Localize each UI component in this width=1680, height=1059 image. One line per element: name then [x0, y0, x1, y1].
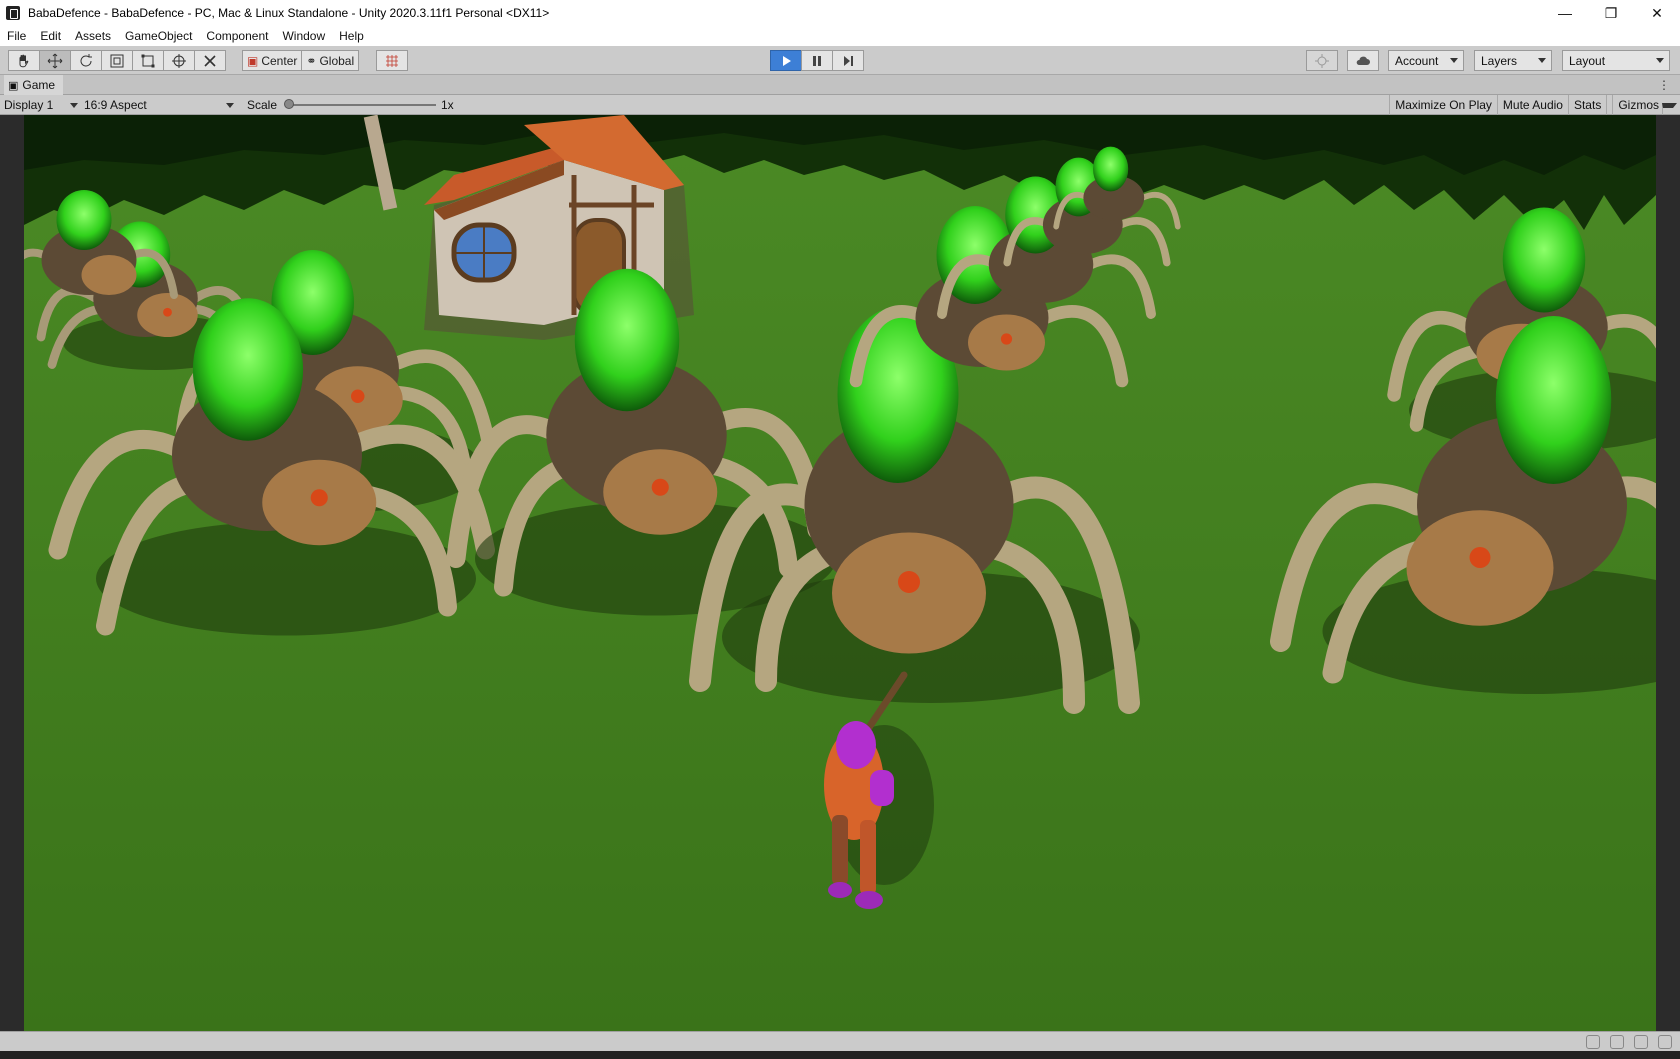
status-bar — [0, 1031, 1680, 1051]
scale-label: Scale — [247, 98, 278, 112]
network-icon[interactable] — [1634, 1035, 1648, 1049]
menu-component[interactable]: Component — [199, 29, 275, 43]
mute-audio-button[interactable]: Mute Audio — [1496, 95, 1568, 115]
scale-slider-track[interactable] — [288, 104, 436, 106]
game-view-controls: Display 1 16:9 Aspect Scale 1x Maximize … — [0, 95, 1680, 123]
right-toolbar: Account Layers Layout — [1306, 50, 1670, 71]
custom-tool-icon[interactable] — [194, 50, 226, 71]
transform-tools — [8, 50, 226, 71]
rotate-tool-icon[interactable] — [70, 50, 102, 71]
layers-dropdown[interactable]: Layers — [1474, 50, 1552, 71]
step-icon[interactable] — [832, 50, 864, 71]
account-label: Account — [1395, 53, 1439, 68]
window-controls: — ❐ ✕ — [1542, 0, 1680, 26]
rect-tool-icon[interactable] — [132, 50, 164, 71]
layers-status-icon[interactable] — [1610, 1035, 1624, 1049]
pause-icon[interactable] — [801, 50, 833, 71]
window-title: BabaDefence - BabaDefence - PC, Mac & Li… — [28, 6, 550, 20]
transform-tool-icon[interactable] — [163, 50, 195, 71]
menu-bar: File Edit Assets GameObject Component Wi… — [0, 26, 1680, 46]
scale-slider-thumb[interactable] — [284, 99, 294, 109]
display-label: Display 1 — [4, 98, 54, 112]
pivot-center-icon: ▣ — [247, 53, 259, 68]
bug-icon[interactable] — [1586, 1035, 1600, 1049]
menu-edit[interactable]: Edit — [33, 29, 68, 43]
move-tool-icon[interactable] — [39, 50, 71, 71]
window-bottom-edge — [0, 1051, 1680, 1059]
minimize-icon[interactable]: — — [1542, 0, 1588, 26]
layout-dropdown[interactable]: Layout — [1562, 50, 1670, 71]
account-dropdown[interactable]: Account — [1388, 50, 1464, 71]
chevron-down-icon — [1538, 58, 1546, 63]
display-dropdown[interactable]: Display 1 — [4, 95, 80, 115]
scale-tool-icon[interactable] — [101, 50, 133, 71]
view-tab-bar: ▣ Game ⋮ — [0, 75, 1680, 95]
pivot-label: Center — [261, 53, 298, 68]
cloud-icon[interactable] — [1347, 50, 1379, 71]
play-icon[interactable] — [770, 50, 802, 71]
chevron-down-icon — [226, 103, 234, 108]
hand-tool-icon[interactable] — [8, 50, 40, 71]
collab-icon[interactable] — [1306, 50, 1338, 71]
aspect-label: 16:9 Aspect — [84, 98, 147, 112]
tab-game[interactable]: ▣ Game — [4, 75, 64, 95]
playmode-controls — [770, 50, 864, 71]
tab-game-label: Game — [22, 78, 56, 92]
chevron-down-icon — [1450, 58, 1458, 63]
settings-icon[interactable] — [1658, 1035, 1672, 1049]
menu-assets[interactable]: Assets — [68, 29, 118, 43]
tab-menu-icon[interactable]: ⋮ — [1658, 78, 1670, 92]
globe-icon: ⚭ — [306, 53, 317, 68]
layout-label: Layout — [1569, 53, 1606, 68]
gizmos-label: Gizmos — [1612, 95, 1664, 115]
handle-toggles: ▣ Center ⚭ Global — [242, 50, 360, 71]
game-scene — [24, 115, 1656, 1031]
pivot-toggle[interactable]: ▣ Center — [242, 50, 303, 71]
main-toolbar: ▣ Center ⚭ Global Account Layers Layout — [0, 46, 1680, 75]
aspect-dropdown[interactable]: 16:9 Aspect — [84, 95, 236, 115]
menu-help[interactable]: Help — [332, 29, 371, 43]
status-icons — [1586, 1035, 1672, 1049]
menu-gameobject[interactable]: GameObject — [118, 29, 199, 43]
gamepad-icon: ▣ — [8, 79, 19, 92]
menu-file[interactable]: File — [0, 29, 33, 43]
menu-window[interactable]: Window — [275, 29, 332, 43]
scale-value: 1x — [441, 98, 454, 112]
game-view-toggles: Maximize On Play Mute Audio Stats Gizmos — [1389, 95, 1680, 123]
chevron-down-icon — [1656, 58, 1664, 63]
snap-group — [376, 50, 408, 71]
unity-logo-icon — [6, 6, 20, 20]
restore-icon[interactable]: ❐ — [1588, 0, 1634, 26]
gizmos-button[interactable]: Gizmos — [1606, 95, 1680, 123]
window-title-bar: BabaDefence - BabaDefence - PC, Mac & Li… — [0, 0, 1680, 26]
close-icon[interactable]: ✕ — [1634, 0, 1680, 26]
layers-label: Layers — [1481, 53, 1518, 68]
maximize-on-play-button[interactable]: Maximize On Play — [1389, 95, 1497, 115]
stats-button[interactable]: Stats — [1567, 95, 1606, 115]
space-label: Global — [319, 53, 355, 68]
game-viewport[interactable] — [24, 115, 1656, 1031]
space-toggle[interactable]: ⚭ Global — [301, 50, 360, 71]
chevron-down-icon — [70, 103, 78, 108]
grid-snap-icon[interactable] — [376, 50, 408, 71]
